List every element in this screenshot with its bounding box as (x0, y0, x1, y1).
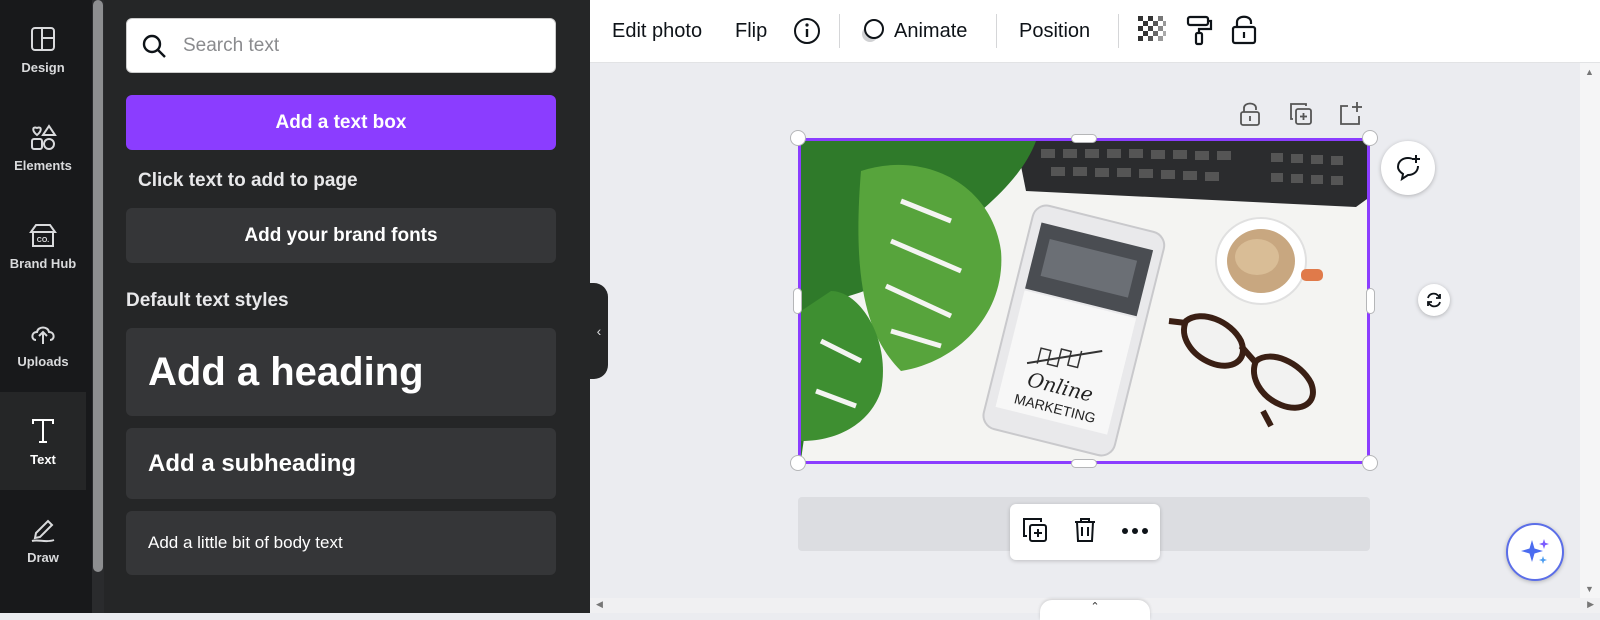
canvas-vertical-scrollbar[interactable]: ▲ ▼ (1580, 63, 1600, 598)
rail-item-draw[interactable]: Draw (0, 490, 86, 588)
add-comment-button[interactable] (1381, 141, 1435, 195)
toolbar-divider (996, 14, 997, 48)
resize-handle-top-right[interactable] (1362, 130, 1378, 146)
sparkle-icon (1521, 539, 1549, 564)
toolbar-divider (839, 14, 840, 48)
info-icon (794, 18, 820, 44)
magic-assistant-button[interactable] (1506, 523, 1564, 581)
resize-handle-bottom-left[interactable] (790, 455, 806, 471)
duplicate-button[interactable] (1021, 516, 1049, 549)
add-subheading-button[interactable]: Add a subheading (126, 428, 556, 499)
text-panel: Add a text box Click text to add to page… (104, 0, 590, 613)
element-duplicate-button[interactable] (1289, 102, 1313, 131)
resize-handle-bottom-right[interactable] (1362, 455, 1378, 471)
animate-button[interactable]: Animate (858, 16, 967, 46)
scrollbar-thumb[interactable] (93, 0, 103, 572)
edit-photo-button[interactable]: Edit photo (612, 20, 702, 43)
photo-image: Online MARKETING (801, 141, 1367, 461)
resize-handle-top-left[interactable] (790, 130, 806, 146)
collapse-panel-handle[interactable]: ‹ (590, 283, 608, 379)
duplicate-icon (1023, 517, 1048, 542)
search-box[interactable] (126, 18, 556, 73)
add-text-box-button[interactable]: Add a text box (126, 95, 556, 150)
rail-label: Design (21, 59, 65, 75)
more-options-button[interactable] (1121, 523, 1149, 541)
element-add-page-button[interactable] (1338, 100, 1364, 131)
duplicate-icon (1290, 103, 1312, 125)
rail-item-design[interactable]: Design (0, 0, 86, 98)
resize-handle-bottom[interactable] (1071, 459, 1097, 468)
add-brand-fonts-button[interactable]: Add your brand fonts (126, 208, 556, 263)
scroll-right-arrow-icon[interactable]: ▶ (1587, 599, 1594, 610)
svg-text:CO.: CO. (37, 237, 50, 244)
resize-handle-top[interactable] (1071, 134, 1097, 143)
rail-label: Uploads (17, 353, 69, 369)
rail-label: Elements (14, 157, 72, 173)
search-icon (142, 34, 166, 58)
flip-button[interactable]: Flip (735, 20, 767, 43)
rail-item-elements[interactable]: Elements (0, 98, 86, 196)
chevron-up-icon: ⌃ (1090, 601, 1100, 613)
scroll-left-arrow-icon[interactable]: ◀ (596, 599, 603, 610)
text-icon (32, 418, 54, 443)
floating-element-menu (1010, 504, 1160, 560)
add-page-icon (1340, 102, 1362, 125)
shapes-icon (31, 123, 57, 150)
rail-item-uploads[interactable]: Uploads (0, 294, 86, 392)
lock-button[interactable] (1230, 13, 1258, 45)
position-button[interactable]: Position (1019, 20, 1090, 43)
animate-label: Animate (894, 19, 968, 42)
layout-icon (31, 26, 55, 51)
info-button[interactable] (792, 16, 822, 46)
more-icon (1121, 528, 1148, 534)
cloud-upload-icon (31, 326, 55, 344)
rotate-icon (1427, 292, 1441, 308)
resize-handle-left[interactable] (793, 288, 802, 314)
comment-add-icon (1397, 155, 1420, 182)
resize-handle-right[interactable] (1366, 288, 1375, 314)
rail-label: Text (30, 451, 56, 467)
pages-drawer-toggle[interactable]: ⌃ (1040, 600, 1150, 620)
rail-label: Brand Hub (9, 255, 77, 271)
rail-item-brand-hub[interactable]: CO. Brand Hub (0, 196, 86, 294)
transparency-button[interactable] (1137, 15, 1167, 45)
search-input[interactable] (181, 33, 545, 58)
delete-button[interactable] (1072, 516, 1098, 549)
add-heading-button[interactable]: Add a heading (126, 328, 556, 416)
click-hint-label: Click text to add to page (138, 170, 358, 191)
unlock-icon (1240, 102, 1260, 126)
side-rail: Design Elements CO. Brand Hub Uploads Te… (0, 0, 92, 613)
rail-label: Draw (27, 549, 59, 565)
copy-style-button[interactable] (1184, 14, 1214, 46)
panel-scrollbar[interactable] (92, 0, 104, 613)
selected-photo[interactable]: Online MARKETING (798, 138, 1370, 464)
rail-item-text[interactable]: Text (0, 392, 86, 490)
add-body-text-button[interactable]: Add a little bit of body text (126, 511, 556, 575)
animate-icon (862, 19, 884, 42)
scroll-up-arrow-icon[interactable]: ▲ (1585, 67, 1594, 77)
element-lock-button[interactable] (1238, 101, 1262, 132)
default-styles-heading: Default text styles (126, 290, 289, 311)
transparency-icon (1138, 16, 1166, 41)
unlock-icon (1231, 15, 1257, 45)
chevron-left-icon: ‹ (596, 323, 602, 339)
scroll-down-arrow-icon[interactable]: ▼ (1585, 584, 1594, 594)
toolbar-divider (1118, 14, 1119, 48)
brand-hub-icon: CO. (29, 223, 57, 247)
trash-icon (1074, 517, 1095, 542)
paint-roller-icon (1186, 15, 1213, 46)
top-toolbar: Edit photo Flip Animate Position (590, 0, 1600, 63)
rotate-button[interactable] (1418, 284, 1450, 316)
draw-pen-icon (31, 519, 55, 542)
